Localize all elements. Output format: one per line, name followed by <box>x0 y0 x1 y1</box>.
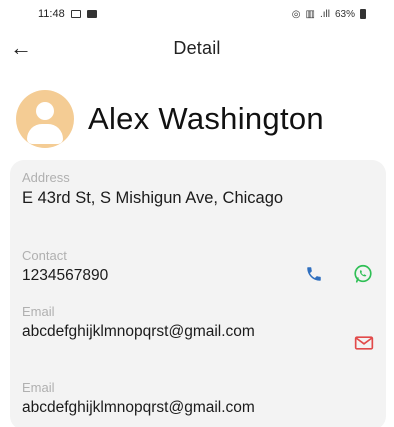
email-label-1: Email <box>22 304 55 319</box>
email-value-1: abcdefghijklmnopqrst@gmail.com <box>22 323 255 340</box>
status-time: 11:48 <box>38 8 65 20</box>
whatsapp-icon[interactable] <box>352 263 374 285</box>
network-icon: ▥ <box>305 8 315 20</box>
profile-header: Alex Washington <box>16 88 324 150</box>
mail-icon[interactable] <box>354 335 374 351</box>
battery-icon <box>360 9 366 19</box>
email-field-1: Email abcdefghijklmnopqrst@gmail.com <box>22 304 374 343</box>
status-right: ◎ ▥ .ıll 63% <box>292 9 366 20</box>
avatar-body-shape <box>27 124 63 144</box>
status-bar: 11:48 ◎ ▥ .ıll 63% <box>0 0 394 28</box>
email-field-2: Email abcdefghijklmnopqrst@gmail.com <box>22 380 374 419</box>
details-card: Address E 43rd St, S Mishigun Ave, Chica… <box>10 160 386 427</box>
address-label: Address <box>22 170 70 185</box>
status-left: 11:48 <box>38 8 97 20</box>
profile-name: Alex Washington <box>88 101 324 136</box>
battery-percent: 63% <box>334 8 355 20</box>
signal-icon: .ıll <box>319 8 330 20</box>
email-value-2: abcdefghijklmnopqrst@gmail.com <box>22 399 255 416</box>
app-header: ← Detail <box>0 30 394 66</box>
contact-label: Contact <box>22 248 67 263</box>
message-notification-icon <box>86 10 97 18</box>
gallery-notification-icon <box>70 10 81 18</box>
hotspot-icon: ◎ <box>291 8 301 20</box>
phone-icon[interactable] <box>305 265 323 283</box>
address-value: E 43rd St, S Mishigun Ave, Chicago <box>22 189 284 207</box>
email-label-2: Email <box>22 380 55 395</box>
page-title: Detail <box>173 38 221 58</box>
avatar-head-shape <box>36 102 54 120</box>
avatar <box>16 90 74 148</box>
address-field: Address E 43rd St, S Mishigun Ave, Chica… <box>22 170 374 209</box>
